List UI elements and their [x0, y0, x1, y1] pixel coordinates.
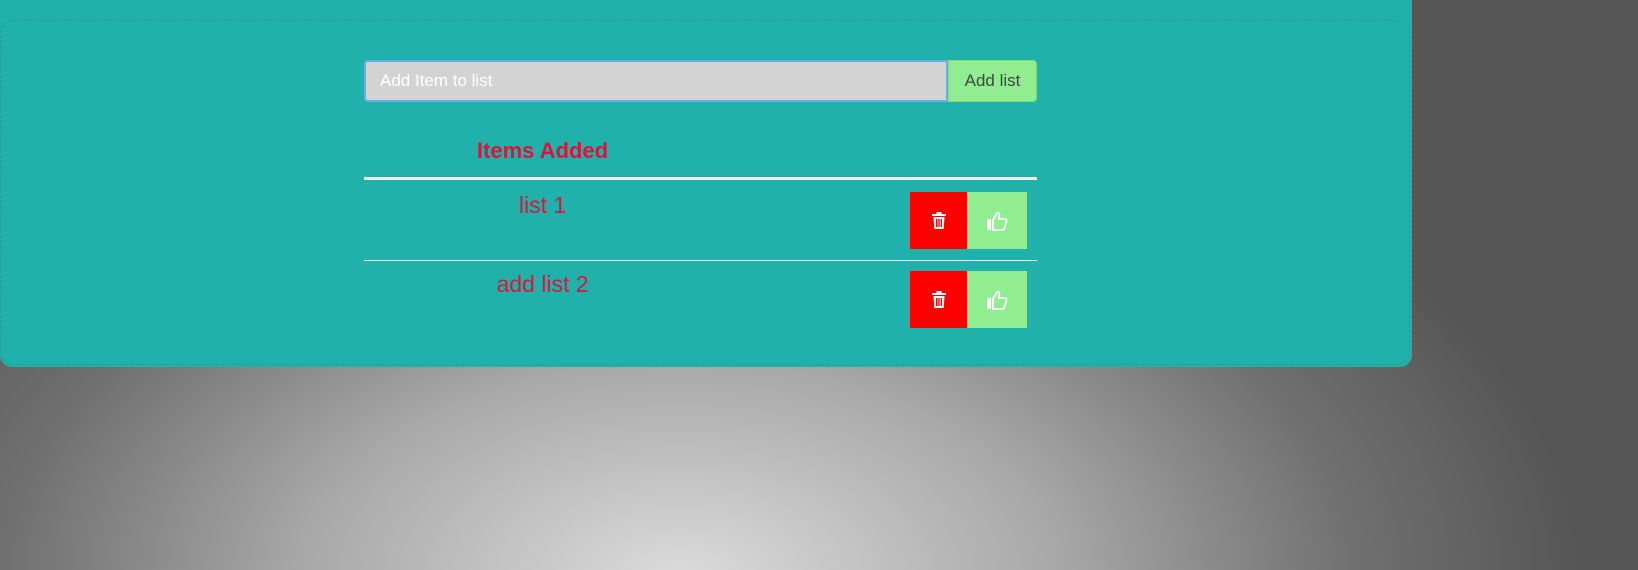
list-item-text: add list 2	[496, 271, 589, 297]
like-item-button[interactable]	[967, 192, 1027, 249]
list-item: list 1	[364, 182, 1037, 261]
add-item-input[interactable]	[364, 60, 948, 102]
list-item: add list 2	[364, 261, 1037, 340]
add-item-form: Add list	[364, 60, 1037, 102]
delete-item-button[interactable]	[910, 192, 967, 249]
add-list-button[interactable]: Add list	[948, 60, 1037, 102]
thumbs-up-icon	[986, 290, 1008, 310]
thumbs-up-icon	[986, 211, 1008, 231]
list-item-text: list 1	[518, 192, 567, 218]
trash-icon	[931, 212, 946, 229]
trash-icon	[931, 291, 946, 308]
app-panel: Add list Items Added list 1	[0, 0, 1412, 367]
items-added-heading: Items Added	[476, 138, 609, 163]
delete-item-button[interactable]	[910, 271, 967, 328]
list-header: Items Added	[364, 130, 1037, 180]
like-item-button[interactable]	[967, 271, 1027, 328]
